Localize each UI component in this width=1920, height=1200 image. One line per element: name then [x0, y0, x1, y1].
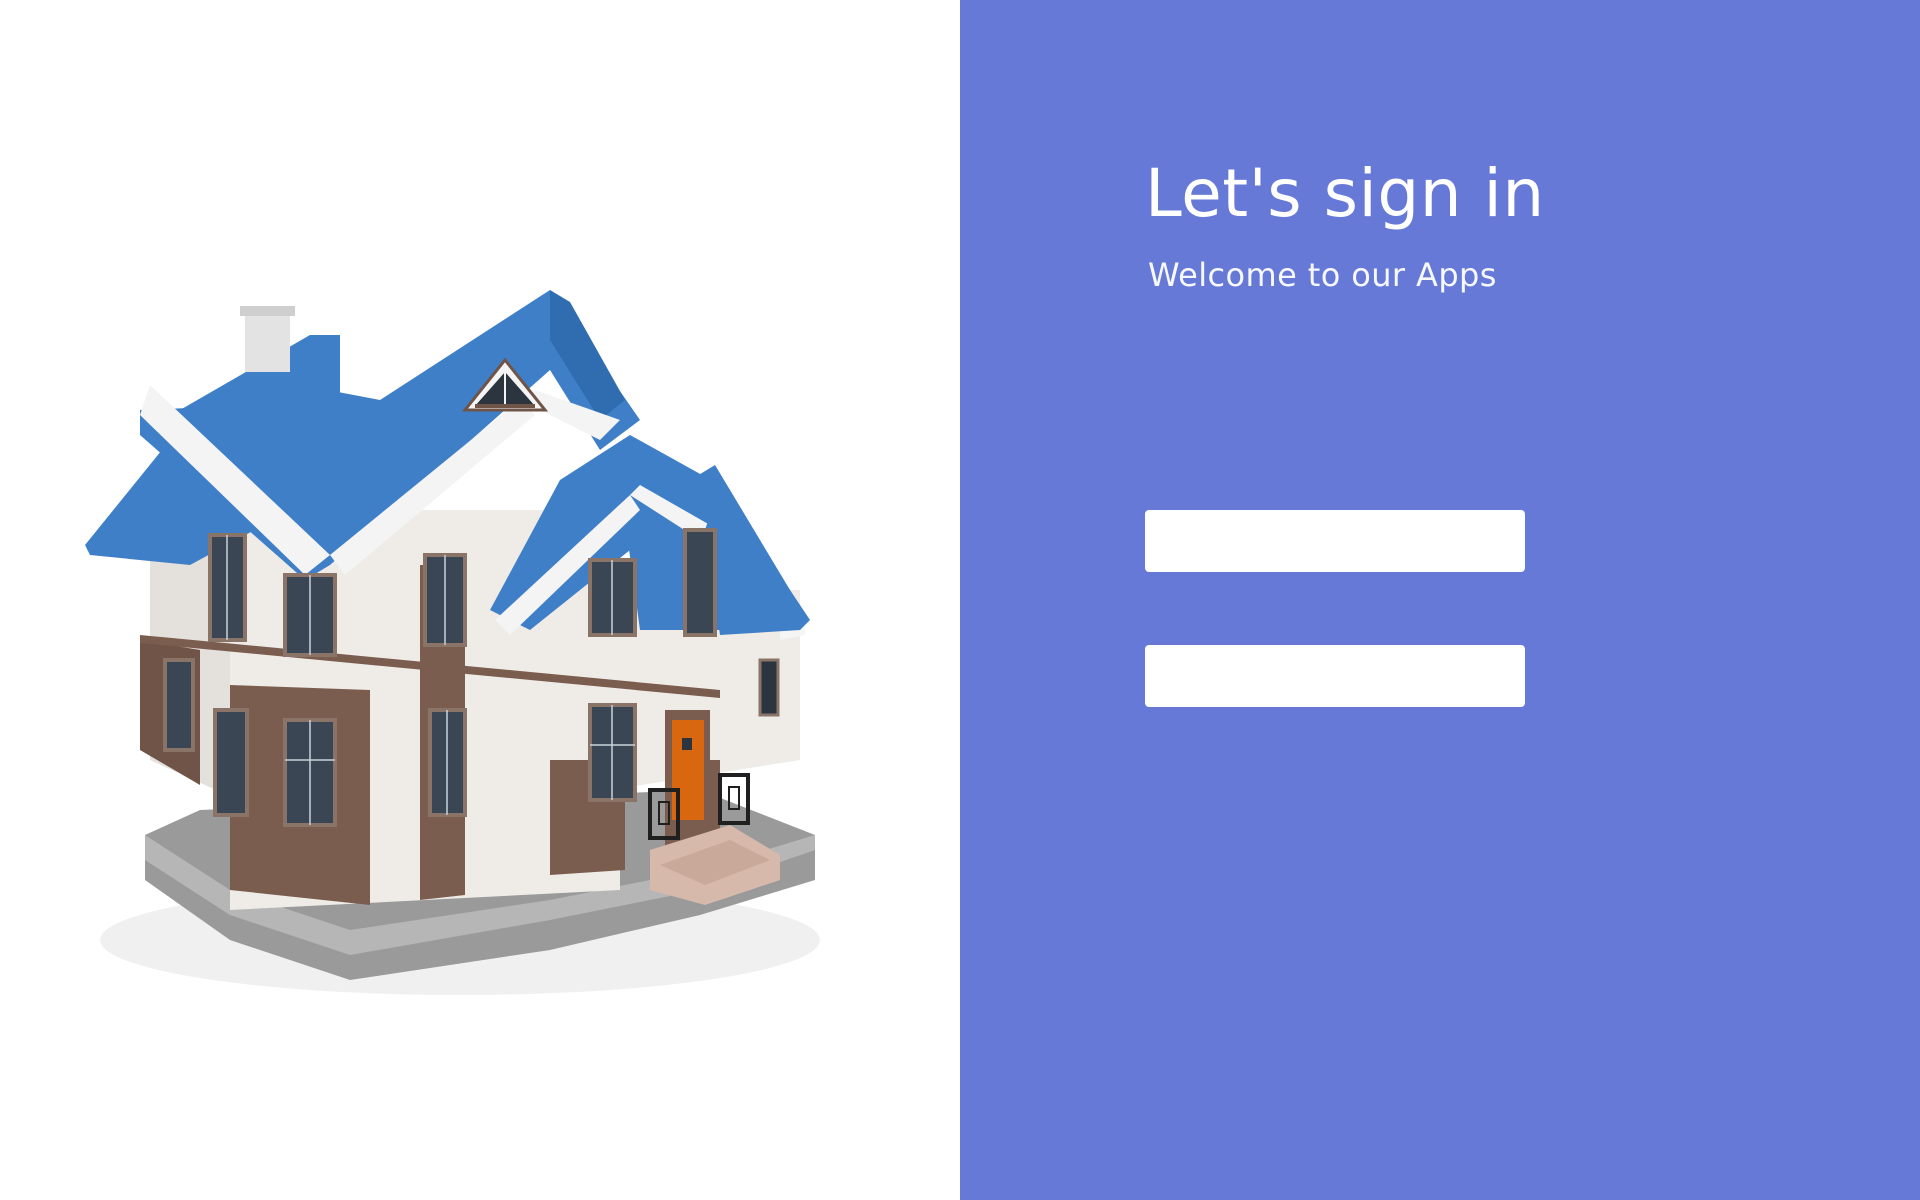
page-subtitle: Welcome to our Apps [1148, 256, 1497, 294]
hero-panel [0, 0, 960, 1200]
login-panel: Let's sign in Welcome to our Apps [960, 0, 1920, 1200]
house-illustration [85, 290, 820, 995]
login-page: Let's sign in Welcome to our Apps [0, 0, 1920, 1200]
username-field[interactable] [1145, 510, 1525, 572]
password-field[interactable] [1145, 645, 1525, 707]
page-title: Let's sign in [1145, 155, 1545, 232]
